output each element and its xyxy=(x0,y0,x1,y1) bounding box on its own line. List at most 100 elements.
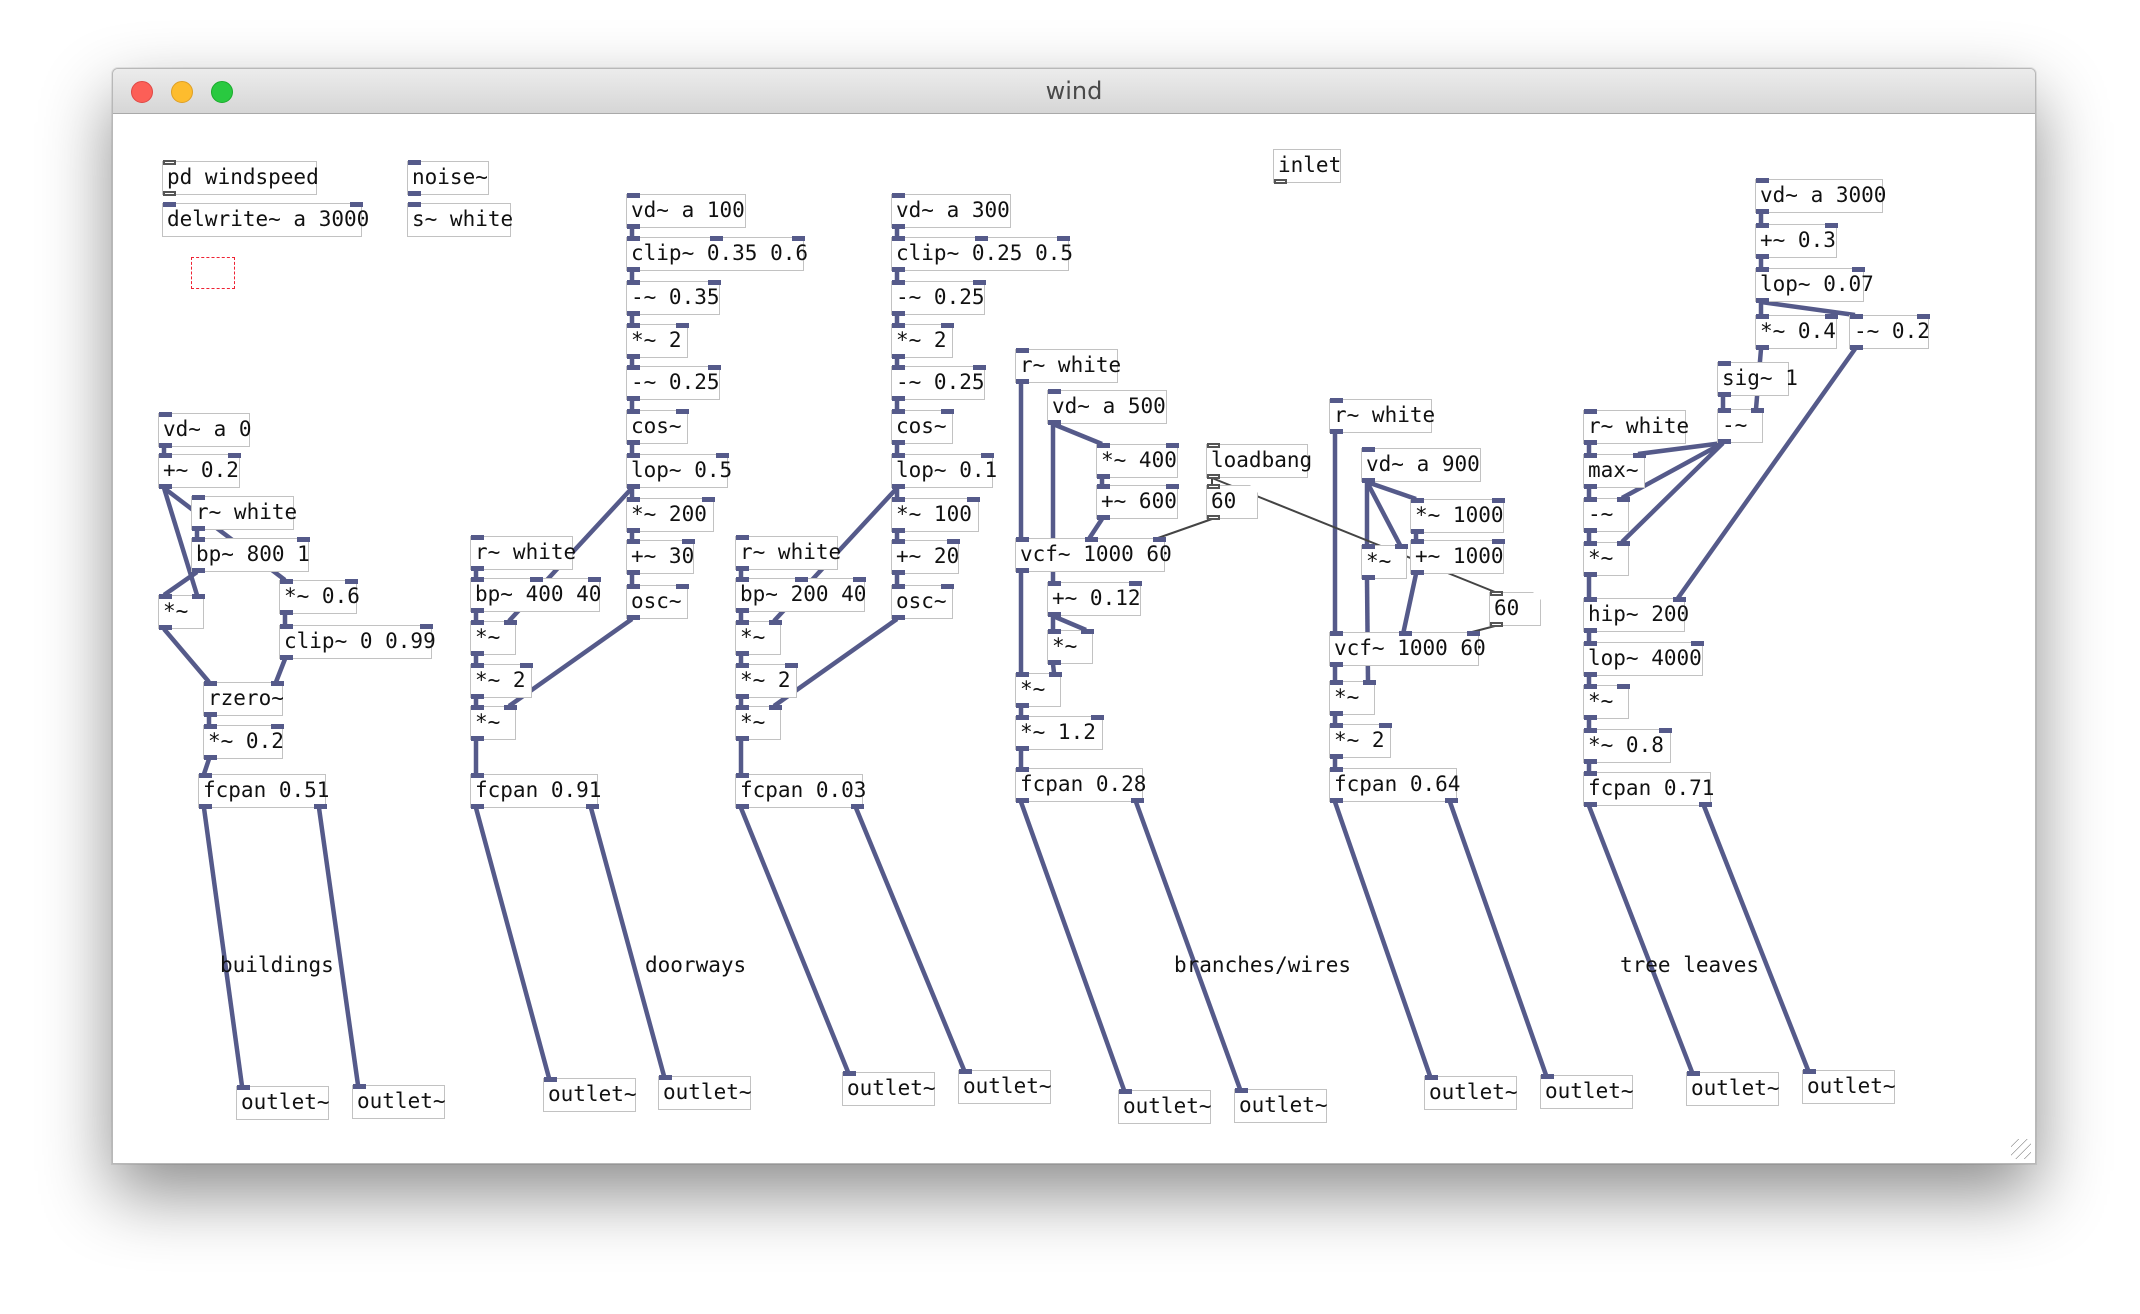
inlet-port[interactable] xyxy=(981,453,994,458)
outlet-port[interactable] xyxy=(627,267,640,272)
outlet-port[interactable] xyxy=(1584,715,1597,720)
outlet-port[interactable] xyxy=(159,443,172,448)
inlet-port[interactable] xyxy=(1097,443,1110,448)
object-box-0-2[interactable]: -~ 0.2 xyxy=(1849,314,1930,350)
audio-cord[interactable] xyxy=(1018,801,1127,1091)
inlet-port[interactable] xyxy=(627,365,640,370)
audio-cord[interactable] xyxy=(316,807,361,1086)
outlet-port[interactable] xyxy=(471,651,484,656)
inlet-port[interactable] xyxy=(280,624,293,629)
object-box-0-35[interactable]: -~ 0.35 xyxy=(626,280,721,316)
inlet-port[interactable] xyxy=(1016,537,1029,542)
audio-cord[interactable] xyxy=(738,807,851,1073)
object-box-noise[interactable]: noise~ xyxy=(407,160,489,196)
object-box-max[interactable]: max~ xyxy=(1583,453,1646,489)
inlet-port[interactable] xyxy=(967,497,980,502)
object-box-delwrite-a-3000[interactable]: delwrite~ a 3000 xyxy=(162,202,369,237)
inlet-port[interactable] xyxy=(1756,178,1769,183)
object-box-bp-800-1[interactable]: bp~ 800 1 xyxy=(191,537,310,573)
outlet-port[interactable] xyxy=(1207,474,1220,479)
outlet-port[interactable] xyxy=(471,694,484,699)
inlet-port[interactable] xyxy=(544,1077,557,1082)
inlet-port[interactable] xyxy=(627,236,640,241)
inlet-port[interactable] xyxy=(1687,1071,1700,1076)
audio-cord[interactable] xyxy=(1133,801,1243,1090)
inlet-port[interactable] xyxy=(1584,541,1597,546)
inlet-port[interactable] xyxy=(736,535,749,540)
inlet-port[interactable] xyxy=(1330,723,1343,728)
outlet-port[interactable] xyxy=(163,191,176,196)
object-box-r-white[interactable]: r~ white xyxy=(1329,398,1435,434)
inlet-port[interactable] xyxy=(237,1085,250,1090)
inlet-port[interactable] xyxy=(708,365,721,370)
object-box-osc[interactable]: osc~ xyxy=(626,584,689,620)
inlet-port[interactable] xyxy=(794,577,808,582)
object-box-rzero[interactable]: rzero~ xyxy=(203,681,284,717)
inlet-port[interactable] xyxy=(1584,684,1597,689)
object-box-1000[interactable]: *~ 1000 xyxy=(1410,498,1505,534)
inlet-port[interactable] xyxy=(659,1075,672,1080)
object-box-outlet[interactable]: outlet~ xyxy=(1802,1069,1896,1104)
object-box-[interactable]: *~ xyxy=(735,705,782,741)
audio-cord[interactable] xyxy=(162,627,211,684)
inlet-port[interactable] xyxy=(228,453,241,458)
inlet-port[interactable] xyxy=(1091,715,1104,720)
outlet-port[interactable] xyxy=(892,440,905,445)
inlet-port[interactable] xyxy=(1207,484,1220,489)
outlet-port[interactable] xyxy=(1016,798,1029,803)
outlet-port[interactable] xyxy=(408,191,421,196)
object-box-outlet[interactable]: outlet~ xyxy=(842,1071,936,1106)
outlet-port[interactable] xyxy=(892,615,905,620)
inlet-port[interactable] xyxy=(471,535,484,540)
inlet-port[interactable] xyxy=(736,577,749,582)
object-box-bp-200-40[interactable]: bp~ 200 40 xyxy=(735,577,866,613)
inlet-port[interactable] xyxy=(708,280,721,285)
object-box-0-2[interactable]: +~ 0.2 xyxy=(158,453,241,489)
outlet-port[interactable] xyxy=(892,224,905,229)
inlet-port[interactable] xyxy=(1129,581,1142,586)
inlet-port[interactable] xyxy=(1081,629,1094,634)
inlet-port[interactable] xyxy=(1363,680,1376,685)
outlet-port[interactable] xyxy=(627,440,640,445)
inlet-port[interactable] xyxy=(1492,498,1505,503)
object-box-vd-a-300[interactable]: vd~ a 300 xyxy=(891,193,1011,229)
object-box-0-4[interactable]: *~ 0.4 xyxy=(1755,314,1838,350)
inlet-port[interactable] xyxy=(627,323,640,328)
object-box-vd-a-100[interactable]: vd~ a 100 xyxy=(626,193,746,229)
object-box-outlet[interactable]: outlet~ xyxy=(958,1069,1052,1104)
inlet-port[interactable] xyxy=(1016,715,1029,720)
object-box-fcpan-0-51[interactable]: fcpan 0.51 xyxy=(198,773,329,809)
audio-cord[interactable] xyxy=(1401,573,1419,633)
inlet-port[interactable] xyxy=(1166,443,1179,448)
object-box-[interactable]: -~ xyxy=(1583,497,1630,533)
inlet-port[interactable] xyxy=(353,1084,366,1089)
outlet-port[interactable] xyxy=(1016,379,1029,384)
object-box-lop-0-07[interactable]: lop~ 0.07 xyxy=(1755,267,1874,303)
outlet-port[interactable] xyxy=(892,311,905,316)
outlet-port[interactable] xyxy=(1330,429,1343,434)
inlet-port[interactable] xyxy=(1492,539,1505,544)
outlet-port[interactable] xyxy=(1699,802,1712,807)
inlet-port[interactable] xyxy=(627,453,640,458)
inlet-port[interactable] xyxy=(1756,314,1769,319)
inlet-port[interactable] xyxy=(1490,591,1503,596)
title-bar[interactable]: wind xyxy=(113,69,2035,114)
object-box-0-12[interactable]: +~ 0.12 xyxy=(1047,581,1142,617)
inlet-port[interactable] xyxy=(1852,267,1865,272)
inlet-port[interactable] xyxy=(1048,629,1061,634)
inlet-port[interactable] xyxy=(1398,631,1412,636)
outlet-port[interactable] xyxy=(1584,672,1597,677)
audio-cord[interactable] xyxy=(1586,805,1695,1073)
object-box-vd-a-0[interactable]: vd~ a 0 xyxy=(158,412,252,448)
outlet-port[interactable] xyxy=(471,566,484,571)
audio-cord[interactable] xyxy=(201,807,245,1087)
object-box-[interactable]: *~ xyxy=(470,620,517,656)
object-box-[interactable]: -~ xyxy=(1717,408,1764,444)
number-box[interactable]: 60 xyxy=(1489,591,1542,627)
inlet-port[interactable] xyxy=(1330,398,1343,403)
object-box-inlet[interactable]: inlet xyxy=(1273,149,1341,184)
inlet-port[interactable] xyxy=(702,497,715,502)
outlet-port[interactable] xyxy=(204,755,217,760)
object-box-hip-200[interactable]: hip~ 200 xyxy=(1583,597,1689,633)
inlet-port[interactable] xyxy=(271,681,284,686)
